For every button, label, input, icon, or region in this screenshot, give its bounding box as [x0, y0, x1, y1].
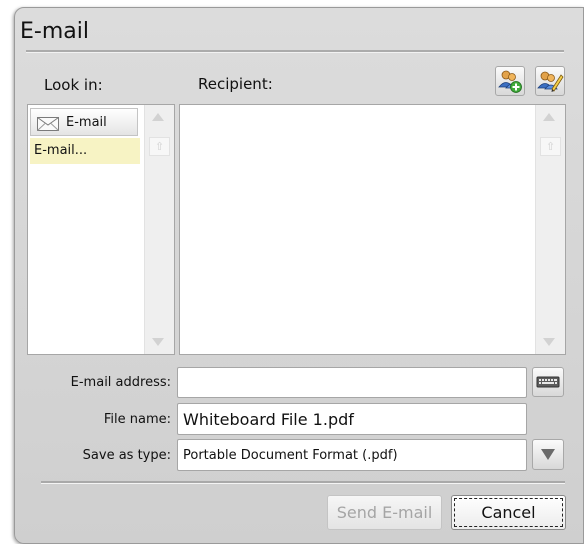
scroll-up-arrow-icon[interactable]	[543, 113, 555, 121]
send-email-button[interactable]: Send E-mail	[327, 495, 442, 530]
look-in-scrollbar[interactable]: ⇧	[144, 105, 174, 354]
cancel-button[interactable]: Cancel	[451, 495, 566, 530]
keyboard-icon	[536, 376, 560, 388]
look-in-list[interactable]: E-mail E-mail... ⇧	[27, 104, 175, 355]
edit-contacts-icon	[537, 71, 564, 92]
save-as-type-select[interactable]: Portable Document Format (.pdf)	[177, 439, 527, 471]
scroll-down-arrow-icon[interactable]	[543, 338, 555, 346]
keyboard-button[interactable]	[532, 367, 564, 397]
scroll-thumb[interactable]: ⇧	[149, 137, 170, 156]
dropdown-arrow-icon	[541, 449, 555, 460]
scroll-thumb[interactable]: ⇧	[540, 137, 561, 156]
recipient-list[interactable]: ⇧	[179, 104, 566, 355]
source-item-email-selected[interactable]: E-mail...	[30, 138, 140, 164]
envelope-icon	[37, 117, 59, 131]
email-address-field[interactable]	[177, 367, 527, 398]
save-as-type-dropdown-button[interactable]	[532, 439, 564, 470]
source-item-label: E-mail	[66, 115, 107, 130]
file-name-value: Whiteboard File 1.pdf	[183, 410, 354, 429]
scroll-up-arrow-icon[interactable]	[152, 113, 164, 121]
edit-contacts-button[interactable]	[535, 66, 565, 96]
file-name-label: File name:	[103, 412, 171, 427]
file-name-field[interactable]: Whiteboard File 1.pdf	[177, 403, 527, 435]
scroll-down-arrow-icon[interactable]	[152, 338, 164, 346]
title-divider	[26, 50, 564, 53]
add-contact-button[interactable]	[495, 66, 525, 96]
recipient-scrollbar[interactable]: ⇧	[535, 105, 565, 354]
save-as-type-label: Save as type:	[82, 448, 171, 463]
save-as-type-value: Portable Document Format (.pdf)	[183, 448, 398, 463]
email-address-label: E-mail address:	[70, 375, 171, 390]
look-in-label: Look in:	[44, 76, 103, 94]
dialog-title: E-mail	[20, 19, 89, 44]
add-contact-icon	[498, 70, 522, 93]
recipient-label: Recipient:	[198, 75, 273, 93]
source-item-email[interactable]: E-mail	[30, 108, 138, 136]
button-divider	[41, 481, 565, 484]
